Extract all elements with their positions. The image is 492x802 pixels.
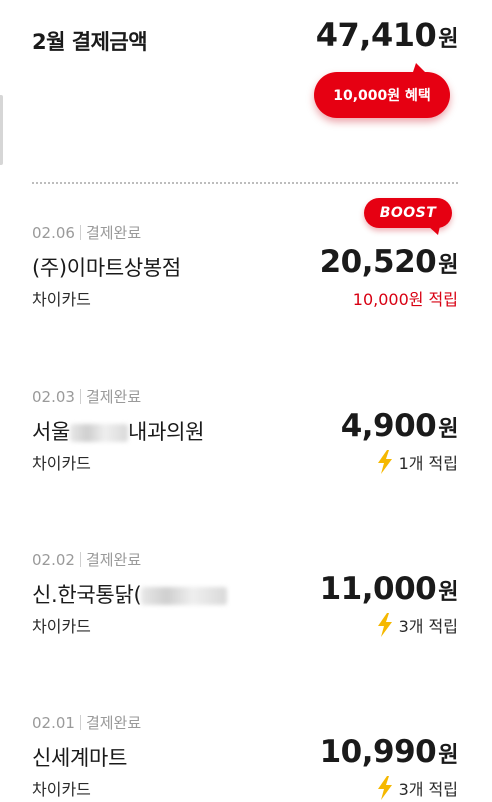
monthly-payment-title: 2월 결제금액	[32, 30, 148, 54]
merchant-name-prefix: 신.한국통닭(	[32, 583, 142, 607]
transaction-amount: 10,990 원	[319, 734, 459, 770]
transaction-status: 결제완료	[85, 388, 142, 406]
transaction-item[interactable]: 02.03 결제완료 서울 내과의원 차이카드 4,900 원 1개 적립	[0, 386, 492, 516]
merchant-name: 서울 내과의원	[32, 416, 204, 446]
redacted-text	[141, 587, 228, 605]
currency-unit: 원	[438, 743, 458, 768]
lightning-bolt-icon	[377, 613, 392, 637]
transaction-date: 02.01	[32, 713, 75, 732]
card-name: 차이카드	[32, 290, 91, 309]
transaction-meta: 02.02 결제완료	[32, 549, 141, 570]
transaction-item[interactable]: 02.02 결제완료 신.한국통닭( 차이카드 11,000 원 3개 적립	[0, 549, 492, 679]
monthly-payment-value: 47,410	[315, 16, 437, 54]
transaction-meta: 02.01 결제완료	[32, 712, 141, 733]
merchant-name: 신세계마트	[32, 746, 128, 770]
transaction-item[interactable]: 02.01 결제완료 신세계마트 차이카드 10,990 원 3개 적립	[0, 712, 492, 802]
boost-badge: BOOST	[364, 198, 452, 235]
transaction-amount-value: 11,000	[319, 571, 437, 607]
transaction-amount-value: 20,520	[319, 244, 437, 280]
meta-separator	[79, 715, 81, 730]
reward-info: 3개 적립	[376, 776, 458, 800]
transaction-status: 결제완료	[85, 224, 142, 242]
merchant-name-suffix: 내과의원	[128, 420, 205, 444]
transaction-date: 02.03	[32, 387, 75, 406]
meta-separator	[79, 225, 81, 240]
transaction-item[interactable]: 02.06 결제완료 (주)이마트상봉점 차이카드 BOOST 20,520 원…	[0, 198, 492, 352]
meta-separator	[79, 389, 81, 404]
merchant-name-prefix: 서울	[32, 420, 71, 444]
lightning-bolt-icon	[377, 450, 392, 474]
transaction-meta: 02.03 결제완료	[32, 386, 141, 407]
reward-text: 10,000원 적립	[352, 290, 458, 309]
transaction-amount: 4,900 원	[340, 408, 459, 444]
transaction-status: 결제완료	[85, 551, 142, 569]
transaction-amount-value: 10,990	[319, 734, 437, 770]
transaction-date: 02.02	[32, 550, 75, 569]
transaction-date: 02.06	[32, 223, 75, 242]
transaction-status: 결제완료	[85, 714, 142, 732]
currency-unit: 원	[438, 417, 458, 442]
benefit-badge[interactable]: 10,000원 혜택	[314, 63, 450, 118]
monthly-payment-amount: 47,410 원	[315, 16, 459, 54]
payment-history-screen: 2월 결제금액 47,410 원 10,000원 혜택 02.06 결제완료 (…	[0, 0, 492, 802]
transaction-amount: 20,520 원	[319, 244, 459, 280]
transaction-amount-value: 4,900	[340, 408, 437, 444]
reward-text: 1개 적립	[398, 454, 458, 473]
reward-text: 3개 적립	[398, 780, 458, 799]
reward-info: 1개 적립	[376, 450, 458, 474]
currency-unit: 원	[438, 580, 458, 605]
transaction-amount: 11,000 원	[319, 571, 459, 607]
merchant-name: 신.한국통닭(	[32, 579, 228, 609]
reward-text: 3개 적립	[398, 617, 458, 636]
card-name: 차이카드	[32, 617, 91, 636]
edge-panel-handle[interactable]	[0, 95, 3, 165]
currency-unit: 원	[438, 27, 458, 52]
card-name: 차이카드	[32, 780, 91, 799]
reward-info: 3개 적립	[376, 613, 458, 637]
card-name: 차이카드	[32, 454, 91, 473]
currency-unit: 원	[438, 253, 458, 278]
merchant-name: (주)이마트상봉점	[32, 256, 181, 280]
meta-separator	[79, 552, 81, 567]
redacted-text	[70, 424, 129, 442]
transaction-meta: 02.06 결제완료	[32, 222, 141, 243]
lightning-bolt-icon	[377, 776, 392, 800]
dotted-divider	[32, 182, 458, 184]
